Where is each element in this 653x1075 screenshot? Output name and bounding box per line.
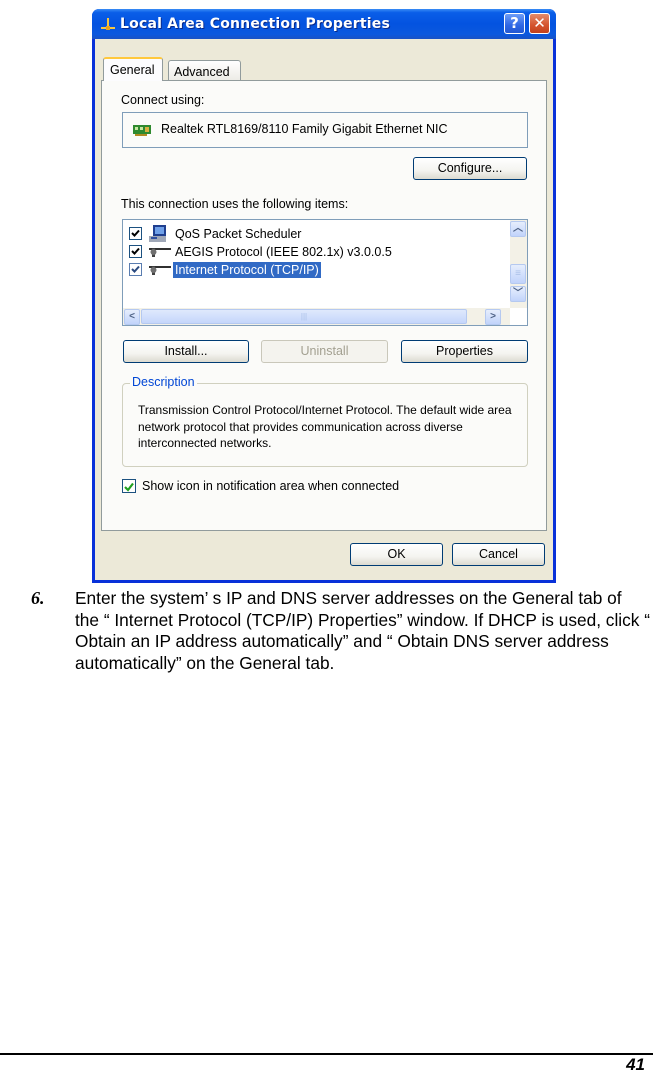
help-icon: ? <box>510 14 519 32</box>
chevron-down-icon: ﹀ <box>513 288 523 299</box>
ok-button[interactable]: OK <box>350 543 443 566</box>
item-checkbox[interactable] <box>129 263 142 276</box>
item-label: AEGIS Protocol (IEEE 802.1x) v3.0.0.5 <box>175 245 392 259</box>
title-bar[interactable]: Local Area Connection Properties ? ✕ <box>92 9 556 39</box>
grip-icon: ≡ <box>515 268 521 279</box>
description-group: Description Transmission Control Protoco… <box>122 375 528 467</box>
install-button[interactable]: Install... <box>123 340 249 363</box>
grip-icon: ||| <box>300 312 308 321</box>
step-number: 6. <box>31 588 45 608</box>
dialog-client-area: Advanced General Connect using: Realtek … <box>95 39 553 580</box>
checkmark-icon <box>124 482 134 492</box>
tab-advanced[interactable]: Advanced <box>168 60 241 81</box>
properties-button-label: Properties <box>436 344 493 358</box>
cancel-button-label: Cancel <box>479 547 518 561</box>
scroll-up-button[interactable]: ︿ <box>510 221 526 237</box>
network-adapter-icon <box>133 125 151 136</box>
checkmark-icon <box>131 229 140 237</box>
show-icon-checkbox[interactable] <box>122 479 136 493</box>
general-tab-panel: Connect using: Realtek RTL8169/8110 Fami… <box>101 80 547 531</box>
scroll-right-button[interactable]: > <box>485 309 501 325</box>
item-label: QoS Packet Scheduler <box>175 227 302 241</box>
page-number: 41 <box>626 1055 645 1074</box>
dialog-title: Local Area Connection Properties <box>120 16 391 32</box>
configure-button[interactable]: Configure... <box>413 157 527 180</box>
chevron-left-icon: < <box>129 311 135 322</box>
item-label: Internet Protocol (TCP/IP) <box>173 262 321 278</box>
network-connection-icon <box>101 18 115 30</box>
help-button[interactable]: ? <box>504 13 525 34</box>
protocol-icon <box>149 266 171 275</box>
horizontal-scroll-thumb[interactable]: ||| <box>141 309 467 324</box>
item-checkbox[interactable] <box>129 227 142 240</box>
checkmark-icon <box>131 265 140 273</box>
uninstall-button-label: Uninstall <box>300 344 349 358</box>
scroll-down-button[interactable]: ﹀ <box>510 286 526 302</box>
scheduler-icon <box>149 225 166 242</box>
local-area-connection-properties-dialog: Local Area Connection Properties ? ✕ Adv… <box>92 9 556 583</box>
item-checkbox[interactable] <box>129 245 142 258</box>
scroll-left-button[interactable]: < <box>124 309 140 325</box>
ok-button-label: OK <box>387 547 406 561</box>
uninstall-button[interactable]: Uninstall <box>261 340 388 363</box>
chevron-up-icon: ︿ <box>513 223 523 234</box>
horizontal-scrollbar[interactable]: < ||| > <box>123 308 510 325</box>
close-icon: ✕ <box>533 14 546 32</box>
configure-button-label: Configure... <box>437 161 503 175</box>
checkmark-icon <box>131 247 140 255</box>
vertical-scroll-thumb[interactable]: ≡ <box>510 264 526 284</box>
footer-divider <box>0 1053 653 1055</box>
step-instructions: Enter the system’ s IP and DNS server ad… <box>75 588 650 673</box>
items-label: This connection uses the following items… <box>121 197 349 211</box>
cancel-button[interactable]: Cancel <box>452 543 545 566</box>
vertical-scrollbar[interactable]: ︿ ≡ ﹀ <box>510 220 527 308</box>
adapter-name: Realtek RTL8169/8110 Family Gigabit Ethe… <box>161 122 448 136</box>
description-legend: Description <box>130 375 197 389</box>
chevron-right-icon: > <box>490 311 496 322</box>
properties-button[interactable]: Properties <box>401 340 528 363</box>
protocol-icon <box>149 248 171 257</box>
install-button-label: Install... <box>164 344 208 358</box>
connection-items-list[interactable]: QoS Packet Scheduler AEGIS Protocol (IEE… <box>122 219 528 326</box>
description-text: Transmission Control Protocol/Internet P… <box>138 403 512 450</box>
connect-using-label: Connect using: <box>121 93 205 107</box>
show-icon-label[interactable]: Show icon in notification area when conn… <box>142 479 399 493</box>
close-button[interactable]: ✕ <box>529 13 550 34</box>
tab-general[interactable]: General <box>103 57 163 81</box>
adapter-box: Realtek RTL8169/8110 Family Gigabit Ethe… <box>122 112 528 148</box>
